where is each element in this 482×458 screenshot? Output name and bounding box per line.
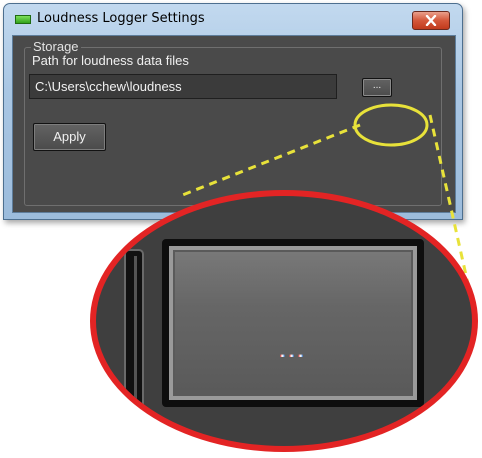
zoom-magnifier: ... — [90, 190, 478, 452]
highlight-ellipse — [353, 103, 429, 147]
zoom-input-edge — [126, 251, 142, 409]
zoom-browse-button: ... — [162, 239, 424, 407]
callout-line-left — [179, 123, 361, 198]
zoom-browse-label: ... — [279, 337, 307, 362]
